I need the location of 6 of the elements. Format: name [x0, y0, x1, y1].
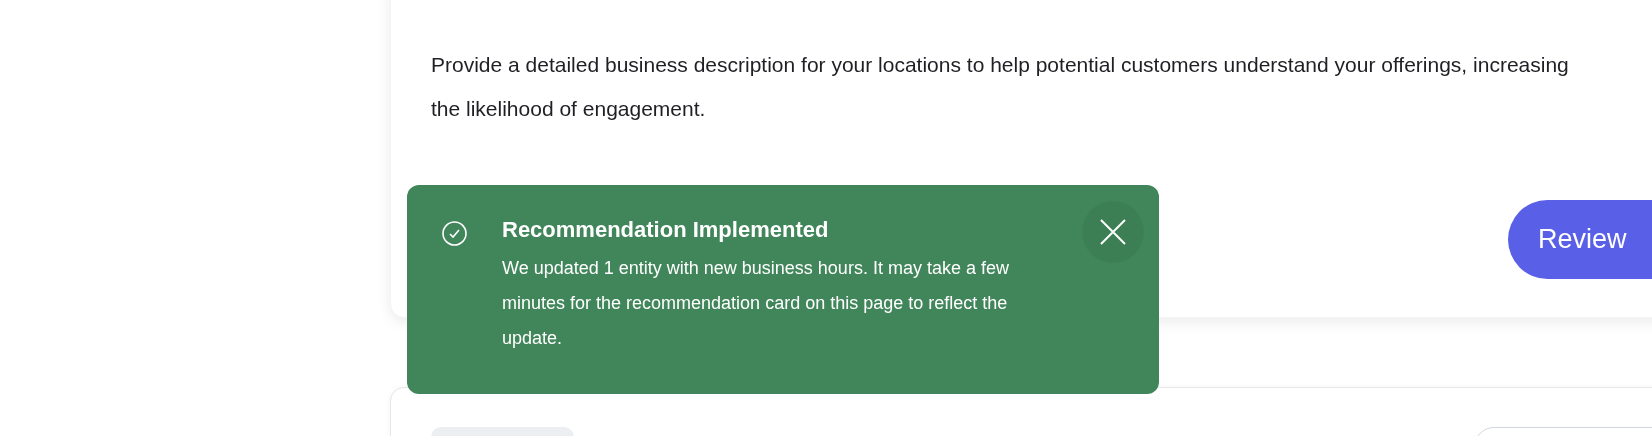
card-description: Provide a detailed business description for your locations to help potential customers understand your offerings, increasing the likelihood of engagement.: [431, 52, 1570, 122]
toast-message: We updated 1 entity with new business hours. It may take a few minutes for the recommendation card on this page to reflect the update.: [502, 257, 1010, 350]
check-circle-icon: [442, 221, 467, 246]
review-button[interactable]: Review: [1508, 200, 1652, 279]
close-icon: [1100, 219, 1126, 245]
toast-title: Recommendation Implemented: [502, 217, 830, 243]
